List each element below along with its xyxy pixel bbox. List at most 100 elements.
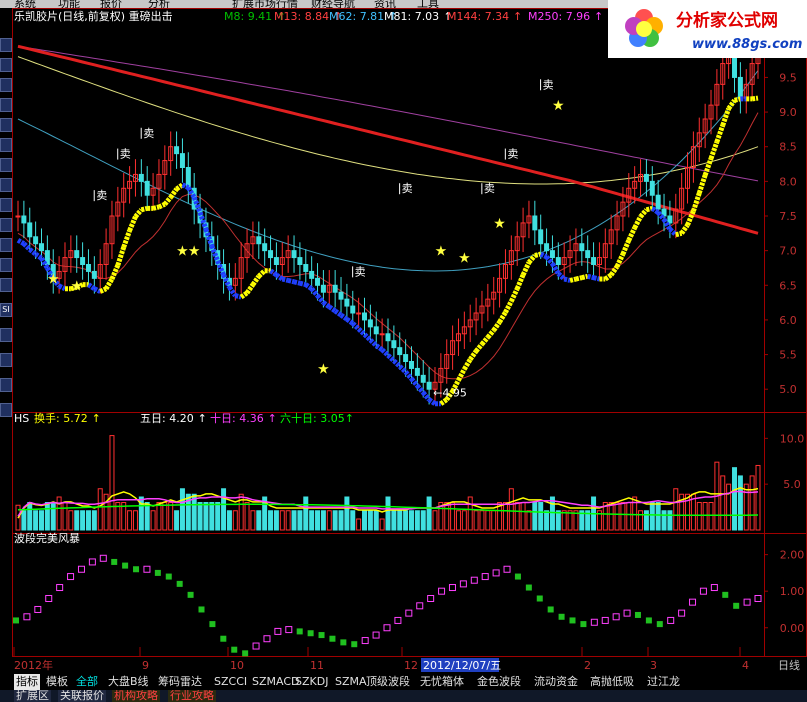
- volume-bar: [21, 510, 27, 531]
- menu-item-0[interactable]: 系统: [14, 0, 36, 8]
- date-cursor-label: 2012/12/07/五: [423, 659, 501, 672]
- tool-button-12[interactable]: [0, 278, 12, 292]
- trend-band-segment: [386, 353, 396, 363]
- trend-band-segment: [327, 304, 337, 313]
- osc-point: [111, 558, 118, 565]
- tool-button-14[interactable]: [0, 328, 12, 342]
- menu-item-1[interactable]: 功能: [58, 0, 80, 8]
- tool-button-11[interactable]: [0, 258, 12, 272]
- menu-item-6[interactable]: 资讯: [374, 0, 396, 8]
- trend-band-segment: [439, 397, 449, 406]
- candle-body: [579, 243, 585, 252]
- candle-body: [426, 381, 432, 390]
- tool-button-10[interactable]: [0, 238, 12, 252]
- tab-9[interactable]: 顶级波段: [364, 674, 412, 690]
- price-tick-label: 6.5: [779, 279, 797, 292]
- date-axis: 2012年 9 10 11 12 2012/12/07/五 2 3 4 日线: [0, 657, 807, 674]
- tool-button-15[interactable]: [0, 353, 12, 367]
- trend-band-segment: [645, 205, 653, 213]
- tool-button-17[interactable]: [0, 403, 12, 417]
- menu-item-2[interactable]: 报价: [100, 0, 122, 8]
- trend-band-segment: [374, 343, 384, 352]
- tab-1[interactable]: 模板: [44, 674, 70, 690]
- tab-4[interactable]: 筹码雷达: [156, 674, 204, 690]
- candle-body: [74, 250, 80, 259]
- tool-button-7[interactable]: [0, 178, 12, 192]
- tool-button-16[interactable]: [0, 378, 12, 392]
- candle-body: [414, 367, 420, 376]
- logo-title: 分析家公式网: [676, 10, 778, 31]
- trend-band-segment: [181, 182, 190, 190]
- tab-11[interactable]: 金色波段: [475, 674, 523, 690]
- tab-3[interactable]: 大盘B线: [106, 674, 151, 690]
- chart-canvas: 9.59.08.58.07.57.06.56.05.55.09.96★★★★★★…: [12, 8, 807, 657]
- candle-body: [332, 284, 338, 293]
- volume-bar: [215, 502, 221, 531]
- osc-tick-label: 0.00: [780, 622, 805, 635]
- trend-band-segment: [121, 229, 132, 249]
- bottom-tab-1[interactable]: 关联报价: [58, 690, 106, 702]
- tool-button-1[interactable]: [0, 58, 12, 72]
- candle-body: [397, 347, 403, 356]
- osc-point: [492, 569, 500, 577]
- volume-bar: [385, 496, 391, 531]
- volume-tick-label: 10.0: [780, 432, 805, 445]
- bottom-tab-0[interactable]: 扩展区: [14, 690, 51, 702]
- tool-button-4[interactable]: [0, 118, 12, 132]
- tab-5[interactable]: SZCCI: [212, 674, 249, 690]
- volume-legend-1: 五日: 4.20: [140, 412, 194, 425]
- tool-button-0[interactable]: [0, 38, 12, 52]
- tool-button-9[interactable]: [0, 218, 12, 232]
- osc-point: [187, 591, 194, 598]
- price-tick-label: 7.0: [779, 245, 797, 258]
- tool-button-6[interactable]: [0, 158, 12, 172]
- tool-button-2[interactable]: [0, 78, 12, 92]
- tab-12[interactable]: 流动资金: [532, 674, 580, 690]
- tab-10[interactable]: 无忧箱体: [418, 674, 466, 690]
- volume-bar: [544, 510, 550, 531]
- price-tick-label: 8.5: [779, 141, 797, 154]
- volume-bar: [367, 510, 373, 531]
- bottom-tab-3[interactable]: 行业攻略: [168, 690, 216, 702]
- volume-bar: [97, 488, 103, 531]
- menu-item-4[interactable]: 扩展市场行情: [232, 0, 298, 8]
- tool-button-8[interactable]: [0, 198, 12, 212]
- trend-band-segment: [133, 208, 144, 219]
- tab-13[interactable]: 高抛低吸: [588, 674, 636, 690]
- trend-band-segment: [392, 358, 402, 369]
- tool-button-5[interactable]: [0, 138, 12, 152]
- volume-title: HS: [14, 412, 29, 425]
- volume-bar: [80, 510, 86, 531]
- candle-body: [408, 361, 414, 369]
- tab-14[interactable]: 过江龙: [645, 674, 682, 690]
- trend-band-segment: [274, 272, 284, 282]
- volume-bar: [162, 502, 168, 531]
- tab-0[interactable]: 指标: [14, 674, 40, 690]
- menu-item-5[interactable]: 财经导航: [311, 0, 355, 8]
- trend-band-segment: [168, 187, 179, 199]
- legend-arrow-icon: ↑: [513, 10, 522, 23]
- ma144-line: [17, 44, 759, 235]
- osc-point: [710, 584, 718, 592]
- candle-body: [367, 319, 373, 328]
- osc-point: [722, 591, 729, 598]
- period-label[interactable]: 日线: [778, 658, 800, 672]
- tab-2[interactable]: 全部: [74, 674, 100, 690]
- tool-button-3[interactable]: [0, 98, 12, 112]
- menu-item-3[interactable]: 分析: [148, 0, 170, 8]
- volume-legend-2: 十日: 4.36: [210, 411, 264, 425]
- candle-body: [33, 236, 39, 245]
- menu-item-7[interactable]: 工具: [417, 0, 439, 8]
- volume-bar: [250, 510, 256, 531]
- volume-bar: [614, 502, 620, 531]
- osc-point: [242, 650, 249, 657]
- volume-bar: [68, 510, 74, 531]
- bottom-tab-2[interactable]: 机构攻略: [112, 690, 160, 702]
- osc-point: [667, 616, 675, 624]
- tool-button-13[interactable]: SI: [0, 303, 12, 317]
- tab-7[interactable]: SZKDJ: [293, 674, 330, 690]
- trend-band-segment: [58, 283, 67, 292]
- trend-band-segment: [299, 280, 307, 288]
- volume-bar: [174, 510, 180, 531]
- volume-bar: [74, 510, 80, 531]
